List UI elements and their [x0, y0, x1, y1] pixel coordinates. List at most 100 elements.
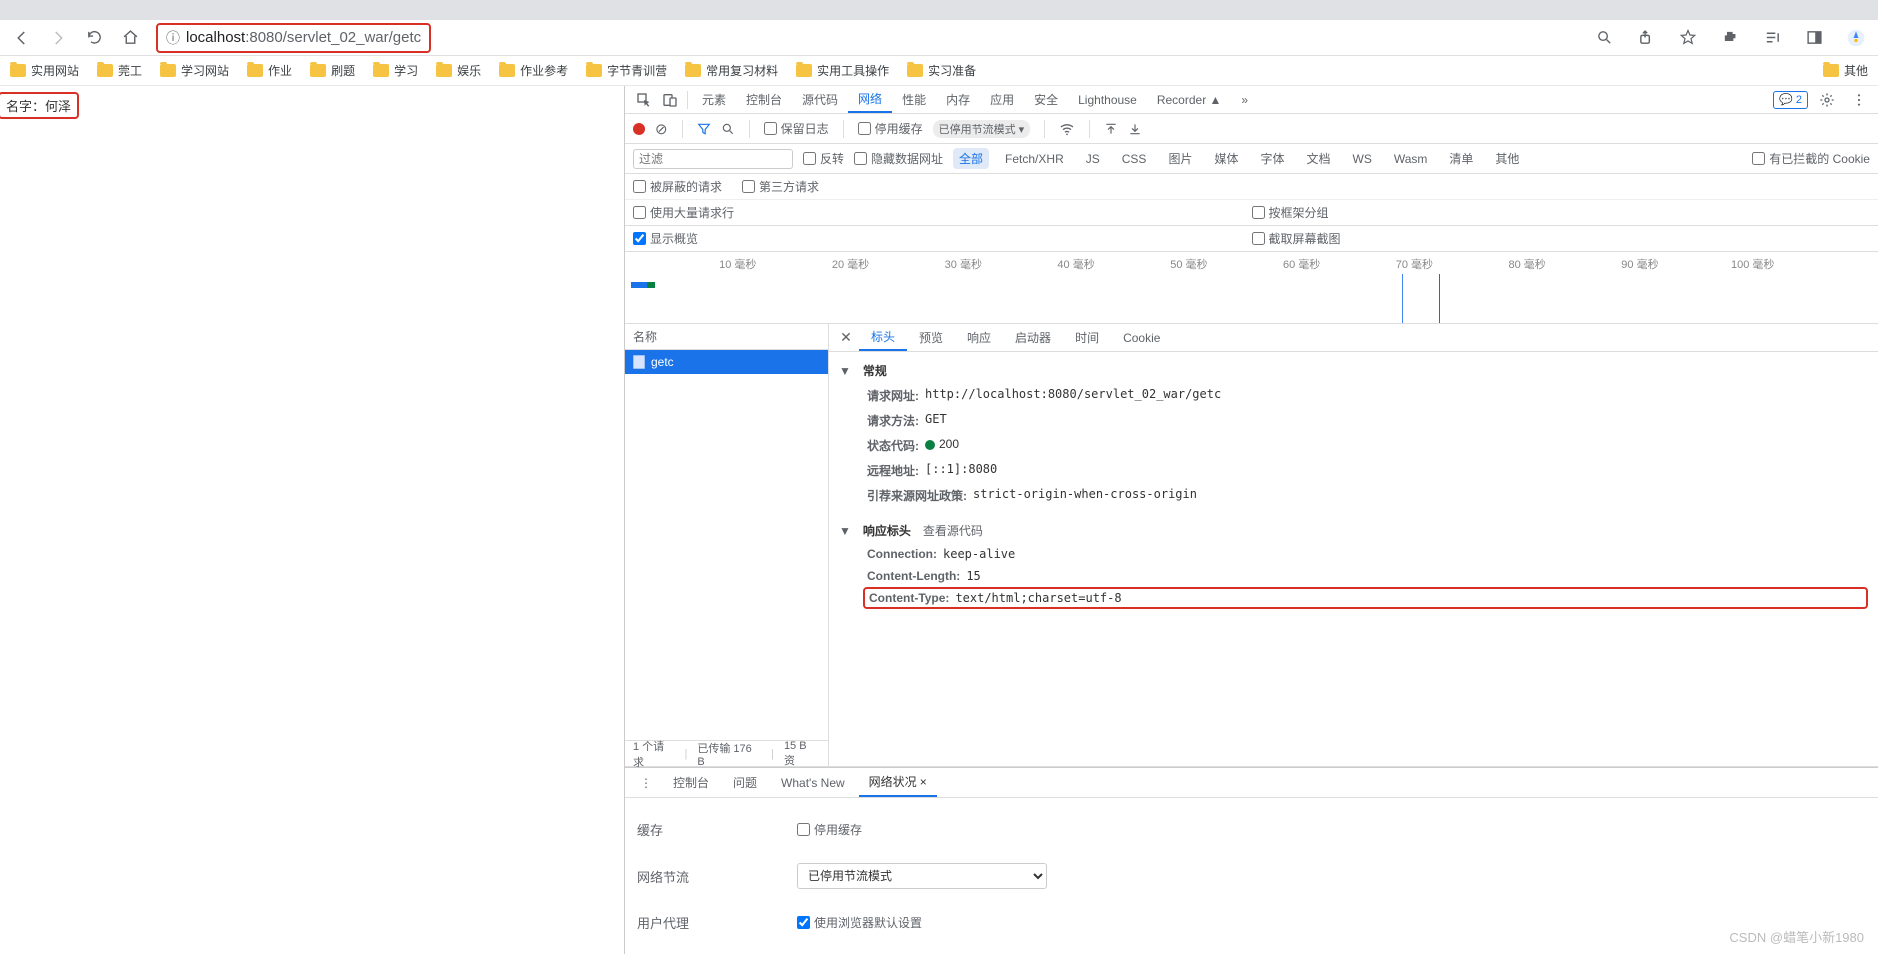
profile-avatar[interactable]	[1842, 24, 1870, 52]
search-lens-icon[interactable]	[1590, 24, 1618, 52]
detail-tab-response[interactable]: 响应	[955, 324, 1003, 351]
tab-elements[interactable]: 元素	[692, 86, 736, 113]
sidepanel-icon[interactable]	[1800, 24, 1828, 52]
disable-cache-checkbox[interactable]: 停用缓存	[858, 120, 923, 137]
device-toolbar-icon[interactable]	[657, 87, 683, 113]
home-button[interactable]	[116, 24, 144, 52]
bookmark-item[interactable]: 学习	[373, 62, 418, 79]
bookmark-item[interactable]: 实习准备	[907, 62, 976, 79]
export-har-icon[interactable]	[1128, 122, 1142, 136]
clear-icon[interactable]: ⊘	[655, 120, 668, 138]
preserve-log-checkbox[interactable]: 保留日志	[764, 120, 829, 137]
request-row[interactable]: getc	[625, 350, 828, 374]
filter-media[interactable]: 媒体	[1208, 148, 1244, 169]
detail-tab-initiator[interactable]: 启动器	[1003, 324, 1063, 351]
kebab-menu-icon[interactable]	[1846, 87, 1872, 113]
tab-sources[interactable]: 源代码	[792, 86, 848, 113]
filter-img[interactable]: 图片	[1162, 148, 1198, 169]
filter-input[interactable]	[633, 149, 793, 169]
bookmark-item[interactable]: 字节青训营	[586, 62, 667, 79]
search-icon[interactable]	[721, 122, 735, 136]
filter-manifest[interactable]: 清单	[1443, 148, 1479, 169]
bookmark-item[interactable]: 学习网站	[160, 62, 229, 79]
address-bar[interactable]: ⓘ localhost:8080/servlet_02_war/getc	[156, 23, 431, 53]
forward-button[interactable]	[44, 24, 72, 52]
filter-font[interactable]: 字体	[1254, 148, 1290, 169]
tab-performance[interactable]: 性能	[892, 86, 936, 113]
import-har-icon[interactable]	[1104, 122, 1118, 136]
reading-list-icon[interactable]	[1758, 24, 1786, 52]
bookmark-item[interactable]: 作业参考	[499, 62, 568, 79]
back-button[interactable]	[8, 24, 36, 52]
invert-checkbox[interactable]: 反转	[803, 150, 844, 167]
filter-fetch[interactable]: Fetch/XHR	[999, 150, 1070, 168]
extensions-icon[interactable]	[1716, 24, 1744, 52]
bookmark-overflow[interactable]: 其他	[1823, 62, 1868, 79]
close-details-button[interactable]: ✕	[833, 325, 859, 351]
issues-badge[interactable]: 💬2	[1773, 91, 1808, 109]
folder-icon	[796, 64, 812, 77]
drawer-tab-console[interactable]: 控制台	[663, 768, 719, 797]
tab-recorder[interactable]: Recorder ▲	[1147, 86, 1232, 113]
drawer-ua-default-checkbox[interactable]: 使用浏览器默认设置	[797, 914, 922, 931]
tab-console[interactable]: 控制台	[736, 86, 792, 113]
settings-gear-icon[interactable]	[1814, 87, 1840, 113]
bookmark-item[interactable]: 实用工具操作	[796, 62, 889, 79]
filter-js[interactable]: JS	[1080, 150, 1106, 168]
show-overview-checkbox[interactable]: 显示概览	[633, 230, 698, 247]
close-tab-icon[interactable]: ×	[920, 775, 927, 789]
drawer-throttle-select[interactable]: 已停用节流模式	[797, 863, 1047, 889]
blocked-requests-checkbox[interactable]: 被屏蔽的请求	[633, 178, 722, 195]
bookmark-item[interactable]: 娱乐	[436, 62, 481, 79]
view-source-link[interactable]: 查看源代码	[923, 522, 983, 539]
tab-memory[interactable]: 内存	[936, 86, 980, 113]
disclosure-triangle-icon: ▼	[839, 364, 851, 378]
drawer-tab-issues[interactable]: 问题	[723, 768, 767, 797]
bookmark-item[interactable]: 刷题	[310, 62, 355, 79]
drawer-tab-network-conditions[interactable]: 网络状况×	[859, 768, 937, 797]
network-timeline[interactable]: 10 毫秒 20 毫秒 30 毫秒 40 毫秒 50 毫秒 60 毫秒 70 毫…	[625, 252, 1878, 324]
tab-more[interactable]: »	[1231, 86, 1258, 113]
column-header-name[interactable]: 名称	[625, 324, 828, 350]
bookmark-star-icon[interactable]	[1674, 24, 1702, 52]
network-filter-row: 反转 隐藏数据网址 全部 Fetch/XHR JS CSS 图片 媒体 字体 文…	[625, 144, 1878, 174]
capture-screenshot-checkbox[interactable]: 截取屏幕截图	[1252, 230, 1341, 247]
group-by-frame-checkbox[interactable]: 按框架分组	[1252, 204, 1329, 221]
wifi-icon[interactable]	[1059, 121, 1075, 137]
section-general[interactable]: ▼常规	[839, 358, 1868, 383]
folder-icon	[160, 64, 176, 77]
filter-all[interactable]: 全部	[953, 148, 989, 169]
reload-button[interactable]	[80, 24, 108, 52]
drawer-tab-whatsnew[interactable]: What's New	[771, 768, 855, 797]
hide-dataurl-checkbox[interactable]: 隐藏数据网址	[854, 150, 943, 167]
detail-tab-timing[interactable]: 时间	[1063, 324, 1111, 351]
section-response-headers[interactable]: ▼响应标头查看源代码	[839, 518, 1868, 543]
filter-other[interactable]: 其他	[1489, 148, 1525, 169]
detail-tab-cookies[interactable]: Cookie	[1111, 324, 1172, 351]
large-rows-checkbox[interactable]: 使用大量请求行	[633, 204, 734, 221]
record-button[interactable]	[633, 123, 645, 135]
filter-css[interactable]: CSS	[1116, 150, 1153, 168]
filter-funnel-icon[interactable]	[697, 122, 711, 136]
filter-ws[interactable]: WS	[1347, 150, 1378, 168]
detail-tab-headers[interactable]: 标头	[859, 324, 907, 351]
thirdparty-checkbox[interactable]: 第三方请求	[742, 178, 819, 195]
throttling-dropdown[interactable]: 已停用节流模式 ▾	[933, 120, 1031, 138]
detail-tab-preview[interactable]: 预览	[907, 324, 955, 351]
bookmark-item[interactable]: 作业	[247, 62, 292, 79]
tab-lighthouse[interactable]: Lighthouse	[1068, 86, 1147, 113]
filter-doc[interactable]: 文档	[1300, 148, 1336, 169]
share-icon[interactable]	[1632, 24, 1660, 52]
bookmark-item[interactable]: 常用复习材料	[685, 62, 778, 79]
bookmark-item[interactable]: 实用网站	[10, 62, 79, 79]
site-info-icon[interactable]: ⓘ	[166, 28, 180, 48]
filter-wasm[interactable]: Wasm	[1388, 150, 1434, 168]
tab-security[interactable]: 安全	[1024, 86, 1068, 113]
tab-application[interactable]: 应用	[980, 86, 1024, 113]
kebab-menu-icon[interactable]: ⋮	[633, 770, 659, 796]
drawer-disable-cache-checkbox[interactable]: 停用缓存	[797, 821, 862, 838]
tab-network[interactable]: 网络	[848, 86, 892, 113]
bookmark-item[interactable]: 莞工	[97, 62, 142, 79]
blocked-cookie-checkbox[interactable]: 有已拦截的 Cookie	[1752, 150, 1870, 167]
inspect-element-icon[interactable]	[631, 87, 657, 113]
